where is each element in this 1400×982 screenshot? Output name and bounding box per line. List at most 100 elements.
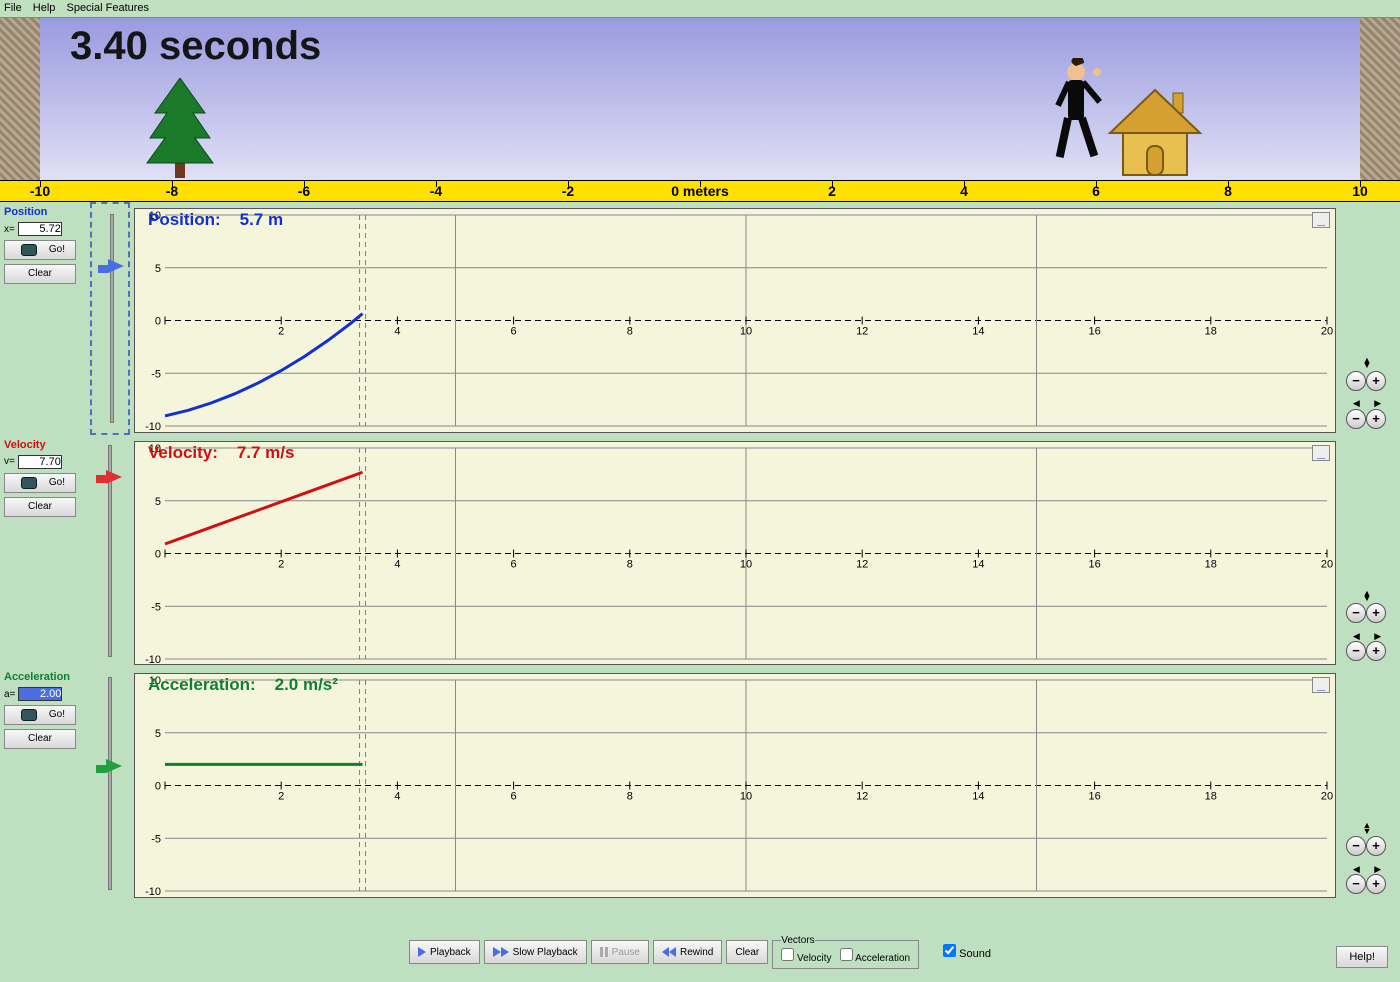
svg-text:6: 6 [511, 326, 517, 338]
acceleration-slider[interactable] [90, 667, 130, 900]
svg-text:10: 10 [740, 326, 752, 338]
svg-text:18: 18 [1205, 558, 1217, 570]
velocity-title: Velocity [4, 439, 86, 451]
menu-help[interactable]: Help [33, 2, 56, 14]
play-icon [501, 947, 509, 957]
acceleration-chart-reading: 2.0 m/s² [275, 675, 338, 694]
acceleration-chart[interactable]: 1050-5-102468101214161820 [134, 673, 1336, 898]
acceleration-collapse-button[interactable]: _ [1312, 677, 1330, 693]
position-chart-reading: 5.7 m [240, 210, 283, 229]
position-zoom-y-in-button[interactable]: + [1366, 371, 1386, 391]
zoom-arrows-h-icon: ◀ ▶ [1346, 634, 1394, 639]
position-collapse-button[interactable]: _ [1312, 212, 1330, 228]
position-slider[interactable] [90, 202, 130, 435]
svg-text:-10: -10 [145, 654, 161, 666]
play-icon [418, 947, 426, 957]
svg-text:20: 20 [1321, 326, 1333, 338]
wall-left [0, 18, 40, 180]
position-chart-cell: 1050-5-102468101214161820 Position: 5.7 … [130, 202, 1340, 435]
vectors-legend: Vectors [781, 935, 814, 946]
svg-text:10: 10 [740, 791, 752, 803]
walking-man-icon[interactable] [1046, 58, 1106, 178]
sound-checkbox[interactable]: Sound [943, 944, 991, 960]
help-button[interactable]: Help! [1336, 946, 1388, 968]
svg-text:2: 2 [278, 326, 284, 338]
charts-area: Position x= Go! Clear 10 5 0 -5 -10 2 4 6 8 10 12 1… [0, 202, 1400, 900]
svg-text:2: 2 [278, 791, 284, 803]
velocity-chart[interactable]: 1050-5-102468101214161820 [134, 441, 1336, 666]
svg-text:2: 2 [278, 558, 284, 570]
vector-velocity-checkbox[interactable]: Velocity [781, 953, 831, 964]
svg-text:-10: -10 [145, 421, 161, 433]
pause-button[interactable]: Pause [591, 940, 649, 964]
svg-text:6: 6 [511, 791, 517, 803]
rewind-button[interactable]: Rewind [653, 940, 722, 964]
pause-icon [600, 947, 608, 957]
play-icon [493, 947, 501, 957]
acceleration-zoom-x-out-button[interactable]: − [1346, 874, 1366, 894]
position-zoom-y-out-button[interactable]: − [1346, 371, 1366, 391]
velocity-zoom-x-out-button[interactable]: − [1346, 641, 1366, 661]
svg-text:-5: -5 [151, 601, 161, 613]
zoom-arrows-v-icon: ▲▼ [1346, 358, 1394, 369]
position-control-panel: Position x= Go! Clear [0, 202, 90, 435]
clear-all-button[interactable]: Clear [726, 940, 768, 964]
wall-right [1360, 18, 1400, 180]
position-title: Position [4, 206, 86, 218]
velocity-control-panel: Velocity v= Go! Clear [0, 435, 90, 668]
velocity-zoom-y-in-button[interactable]: + [1366, 603, 1386, 623]
svg-text:14: 14 [972, 326, 984, 338]
svg-text:12: 12 [856, 326, 868, 338]
svg-text:5: 5 [155, 728, 161, 740]
velocity-collapse-button[interactable]: _ [1312, 445, 1330, 461]
acceleration-clear-button[interactable]: Clear [4, 729, 76, 749]
menu-file[interactable]: File [4, 2, 22, 14]
zoom-arrows-v-icon: ▲▼ [1346, 823, 1394, 834]
vector-acceleration-checkbox[interactable]: Acceleration [840, 953, 910, 964]
slow-playback-button[interactable]: Slow Playback [484, 940, 587, 964]
velocity-zoom-x-in-button[interactable]: + [1366, 641, 1386, 661]
velocity-clear-button[interactable]: Clear [4, 497, 76, 517]
acceleration-zoom-col: ▲▼ −+ ◀ ▶ −+ [1340, 667, 1400, 900]
position-clear-button[interactable]: Clear [4, 264, 76, 284]
tree-icon [145, 78, 215, 178]
position-zoom-x-in-button[interactable]: + [1366, 409, 1386, 429]
svg-text:20: 20 [1321, 791, 1333, 803]
acceleration-input[interactable] [18, 687, 62, 701]
acceleration-var-label: a= [4, 689, 15, 700]
position-chart[interactable]: 1050-5-102468101214161820 [134, 208, 1336, 433]
velocity-zoom-y-out-button[interactable]: − [1346, 603, 1366, 623]
zoom-arrows-h-icon: ◀ ▶ [1346, 867, 1394, 872]
velocity-go-button[interactable]: Go! [4, 473, 76, 493]
velocity-chart-reading: 7.7 m/s [237, 443, 295, 462]
vectors-fieldset: Vectors Velocity Acceleration [772, 935, 919, 969]
menu-special[interactable]: Special Features [66, 2, 149, 14]
velocity-chart-cell: 1050-5-102468101214161820 Velocity: 7.7 … [130, 435, 1340, 668]
menubar: File Help Special Features [0, 0, 1400, 18]
position-go-button[interactable]: Go! [4, 240, 76, 260]
velocity-input[interactable] [18, 455, 62, 469]
position-var-label: x= [4, 224, 15, 235]
svg-text:14: 14 [972, 791, 984, 803]
acceleration-go-button[interactable]: Go! [4, 705, 76, 725]
svg-text:-10: -10 [145, 886, 161, 898]
position-zoom-x-out-button[interactable]: − [1346, 409, 1366, 429]
svg-text:16: 16 [1088, 791, 1100, 803]
svg-text:18: 18 [1205, 791, 1217, 803]
velocity-chart-label: Velocity: [148, 443, 218, 462]
svg-text:12: 12 [856, 791, 868, 803]
svg-text:-5: -5 [151, 368, 161, 380]
position-input[interactable] [18, 222, 62, 236]
playback-button[interactable]: Playback [409, 940, 480, 964]
svg-text:4: 4 [394, 791, 400, 803]
svg-text:8: 8 [627, 791, 633, 803]
world-view: 3.40 seconds [0, 18, 1400, 180]
svg-text:-5: -5 [151, 834, 161, 846]
acceleration-chart-label: Acceleration: [148, 675, 256, 694]
acceleration-zoom-x-in-button[interactable]: + [1366, 874, 1386, 894]
svg-text:5: 5 [155, 263, 161, 275]
acceleration-zoom-y-out-button[interactable]: − [1346, 836, 1366, 856]
velocity-slider[interactable] [90, 435, 130, 668]
svg-text:0: 0 [155, 781, 161, 793]
acceleration-zoom-y-in-button[interactable]: + [1366, 836, 1386, 856]
